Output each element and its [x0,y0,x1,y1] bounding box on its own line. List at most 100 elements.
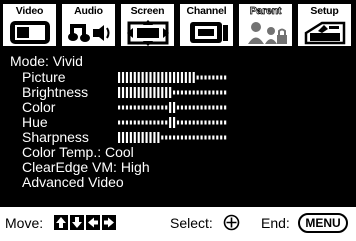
slider-segment [216,120,219,125]
slider-segment [216,105,219,110]
menu-button-icon: MENU [298,213,348,233]
slider-segment [121,87,125,98]
slider-segment [180,72,184,83]
slider-segment [192,120,195,125]
slider-segment [212,90,215,95]
move-label: Move: [5,215,44,231]
slider-segment [149,120,152,125]
slider-segment [184,90,187,95]
slider-segment [204,135,207,140]
color-temp-setting[interactable]: Color Temp.: Cool [22,145,134,160]
slider-segment [169,135,172,140]
slider-segment [169,87,172,98]
slider-segment [137,105,140,110]
slider-segment [125,120,129,125]
slider-segment [173,90,176,95]
slider-segment [224,105,227,110]
tab-video[interactable]: Video [1,2,58,48]
right-arrow-icon [102,215,116,230]
tab-parent[interactable]: Parent [237,2,294,48]
slider-segment [165,120,168,125]
tab-setup[interactable]: Setup [296,2,353,48]
slider-segment [118,105,121,110]
slider-segment [145,120,148,125]
tab-parent-label: Parent [249,5,282,18]
slider-segment [141,87,144,98]
slider-segment [216,75,219,80]
slider-segment [184,72,187,83]
slider-segment [165,105,168,110]
slider-segment [224,75,227,80]
slider-segment [176,105,180,110]
slider-segment [188,105,191,110]
slider-segment [216,90,219,95]
tab-audio-label: Audio [74,5,103,17]
tab-channel-label: Channel [186,5,227,17]
slider-segment [165,135,168,140]
slider-segment [173,135,176,140]
slider-segment [220,120,223,125]
slider-segment [188,135,191,140]
slider-segment [200,90,203,95]
tab-channel[interactable]: Channel [178,2,235,48]
slider-segment [176,90,180,95]
slider-segment [200,135,203,140]
slider-segment [192,90,195,95]
channel-list-icon [190,22,228,43]
slider-segment [145,105,148,110]
slider-segment [188,90,191,95]
slider-segment [220,75,223,80]
slider-segment [149,72,152,83]
slider-segment [192,135,195,140]
slider-segment [216,135,219,140]
picture-label[interactable]: Picture [22,70,66,85]
sharpness-label[interactable]: Sharpness [22,130,89,145]
brightness-label[interactable]: Brightness [22,85,88,100]
slider-segment [133,72,136,83]
slider-segment [137,120,140,125]
sharpness-slider[interactable] [118,132,228,143]
slider-segment [118,120,121,125]
slider-segment [220,105,223,110]
slider-segment [153,132,156,143]
slider-segment [121,105,125,110]
slider-segment [141,105,144,110]
slider-segment [157,72,160,83]
slider-segment [129,132,132,143]
slider-segment [204,90,207,95]
slider-segment [129,72,132,83]
video-screen-icon [10,21,50,44]
advanced-video-item[interactable]: Advanced Video [22,175,124,190]
slider-segment [180,120,184,125]
slider-segment [153,72,156,83]
slider-segment [224,90,227,95]
tab-screen[interactable]: Screen [119,2,176,48]
left-arrow-icon [86,215,100,230]
slider-segment [137,72,140,83]
slider-segment [118,72,121,83]
slider-segment [176,135,180,140]
slider-segment [204,75,207,80]
slider-segment [220,90,223,95]
color-label[interactable]: Color [22,100,55,115]
slider-segment [188,120,191,125]
tab-audio[interactable]: Audio [60,2,117,48]
clearedge-setting[interactable]: ClearEdge VM: High [22,160,150,175]
slider-segment [121,72,125,83]
slider-segment [208,105,211,110]
brightness-slider[interactable] [118,87,228,98]
slider-segment [169,72,172,83]
screen-zoom-icon [127,20,169,46]
hue-label[interactable]: Hue [22,115,48,130]
slider-segment [125,72,129,83]
color-slider[interactable] [118,102,228,113]
slider-segment [196,135,199,140]
slider-segment [200,75,203,80]
slider-segment [220,135,223,140]
slider-segment [200,120,203,125]
slider-segment [212,75,215,80]
hue-slider[interactable] [118,117,228,128]
slider-segment [125,105,129,110]
picture-slider[interactable] [118,72,228,83]
picture-mode-setting[interactable]: Mode: Vivid [10,54,83,69]
